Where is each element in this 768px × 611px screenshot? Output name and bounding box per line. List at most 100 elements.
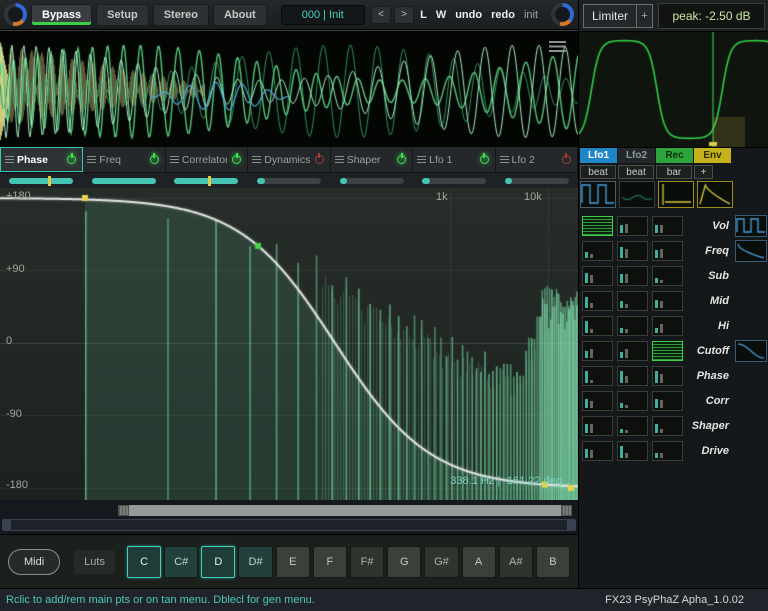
matrix-cell[interactable] [652, 216, 683, 236]
undo-button[interactable]: undo [452, 9, 485, 21]
scrollbar-cap-left[interactable] [3, 520, 11, 530]
nav-prev-button[interactable]: < [371, 6, 391, 24]
sync-button-0[interactable]: beat [580, 165, 616, 179]
menu-icon[interactable] [417, 156, 426, 163]
matrix-cell[interactable] [652, 266, 683, 286]
power-icon[interactable] [148, 153, 161, 166]
module-slider[interactable] [340, 178, 404, 184]
zoom-handle-right[interactable] [561, 505, 572, 516]
key-d-sharp[interactable]: D# [238, 546, 272, 578]
nav-next-button[interactable]: > [394, 6, 414, 24]
lfo-tab-lfo2[interactable]: Lfo2 [618, 148, 655, 163]
lfo-tab-env[interactable]: Env [694, 148, 731, 163]
module-tab-correlator[interactable]: Correlator [166, 147, 248, 172]
menu-icon[interactable] [252, 156, 261, 163]
matrix-cell[interactable] [652, 366, 683, 386]
header-button-about[interactable]: About [213, 4, 267, 26]
module-tab-shaper[interactable]: Shaper [331, 147, 413, 172]
scrollbar-cap-right[interactable] [567, 520, 575, 530]
key-c-sharp[interactable]: C# [164, 546, 198, 578]
module-slider[interactable] [505, 178, 569, 184]
limiter-add-button[interactable]: + [637, 4, 653, 28]
matrix-cell[interactable] [617, 316, 648, 336]
lfo-thumbnail-0[interactable] [580, 181, 616, 208]
zoom-handle-left[interactable] [118, 505, 129, 516]
scrollbar-track[interactable] [2, 519, 576, 531]
module-tab-phase[interactable]: Phase [0, 147, 83, 172]
key-e[interactable]: E [276, 546, 310, 578]
matrix-cell[interactable] [652, 391, 683, 411]
zoom-range-bar[interactable] [118, 505, 572, 516]
knob-icon-right[interactable] [551, 3, 574, 26]
matrix-cell[interactable] [582, 266, 613, 286]
menu-icon[interactable] [170, 156, 179, 163]
power-icon[interactable] [560, 153, 573, 166]
lfo-thumbnail-3[interactable] [697, 181, 733, 208]
lfo-thumbnail-1[interactable] [619, 181, 655, 208]
scope-menu-icon[interactable] [549, 41, 566, 52]
matrix-cell[interactable] [652, 416, 683, 436]
matrix-cell[interactable] [582, 366, 613, 386]
midi-button[interactable]: Midi [8, 549, 60, 575]
key-c[interactable]: C [127, 546, 161, 578]
matrix-cell[interactable] [617, 366, 648, 386]
matrix-cell[interactable] [582, 341, 613, 361]
matrix-cell[interactable] [617, 341, 648, 361]
matrix-preview[interactable] [735, 215, 767, 237]
module-slider[interactable] [92, 178, 156, 184]
limiter-selector[interactable]: Limiter [583, 4, 637, 28]
key-a[interactable]: A [462, 546, 496, 578]
module-tab-lfo-2[interactable]: Lfo 2 [496, 147, 578, 172]
matrix-cell[interactable] [617, 416, 648, 436]
matrix-cell[interactable] [582, 416, 613, 436]
redo-button[interactable]: redo [488, 9, 518, 21]
menu-icon[interactable] [500, 156, 509, 163]
key-g-sharp[interactable]: G# [424, 546, 458, 578]
matrix-cell[interactable] [582, 216, 613, 236]
phase-graph-canvas[interactable] [0, 188, 578, 500]
key-f[interactable]: F [313, 546, 347, 578]
matrix-cell[interactable] [617, 441, 648, 461]
matrix-cell[interactable] [652, 241, 683, 261]
init-button[interactable]: init [521, 9, 541, 21]
module-tab-lfo-1[interactable]: Lfo 1 [413, 147, 495, 172]
power-icon[interactable] [65, 153, 78, 166]
key-g[interactable]: G [387, 546, 421, 578]
key-d[interactable]: D [201, 546, 235, 578]
module-tab-freq[interactable]: Freq [83, 147, 165, 172]
key-b[interactable]: B [536, 546, 570, 578]
menu-icon[interactable] [335, 156, 344, 163]
matrix-cell[interactable] [652, 441, 683, 461]
lfo-tab-lfo1[interactable]: Lfo1 [580, 148, 617, 163]
header-button-bypass[interactable]: Bypass [31, 4, 92, 26]
matrix-cell[interactable] [617, 216, 648, 236]
luts-button[interactable]: Luts [74, 550, 115, 574]
lfo-tab-rec[interactable]: Rec [656, 148, 693, 163]
nav-l-button[interactable]: L [417, 9, 430, 21]
matrix-cell[interactable] [582, 291, 613, 311]
matrix-cell[interactable] [652, 341, 683, 361]
module-slider[interactable] [174, 178, 238, 184]
power-icon[interactable] [230, 153, 243, 166]
sync-button-3[interactable]: + [694, 165, 713, 179]
preset-display[interactable]: 000 | Init [281, 5, 365, 25]
power-icon[interactable] [478, 153, 491, 166]
matrix-cell[interactable] [582, 316, 613, 336]
power-icon[interactable] [395, 153, 408, 166]
key-a-sharp[interactable]: A# [499, 546, 533, 578]
matrix-cell[interactable] [617, 241, 648, 261]
matrix-cell[interactable] [582, 441, 613, 461]
matrix-cell[interactable] [617, 391, 648, 411]
header-button-stereo[interactable]: Stereo [153, 4, 209, 26]
matrix-cell[interactable] [652, 316, 683, 336]
module-tab-dynamics[interactable]: Dynamics [248, 147, 330, 172]
matrix-preview[interactable] [735, 240, 767, 262]
matrix-cell[interactable] [582, 391, 613, 411]
sync-button-1[interactable]: beat [618, 165, 654, 179]
header-button-setup[interactable]: Setup [96, 4, 149, 26]
menu-icon[interactable] [87, 156, 96, 163]
key-f-sharp[interactable]: F# [350, 546, 384, 578]
module-slider[interactable] [9, 178, 73, 184]
module-slider[interactable] [422, 178, 486, 184]
matrix-cell[interactable] [617, 291, 648, 311]
